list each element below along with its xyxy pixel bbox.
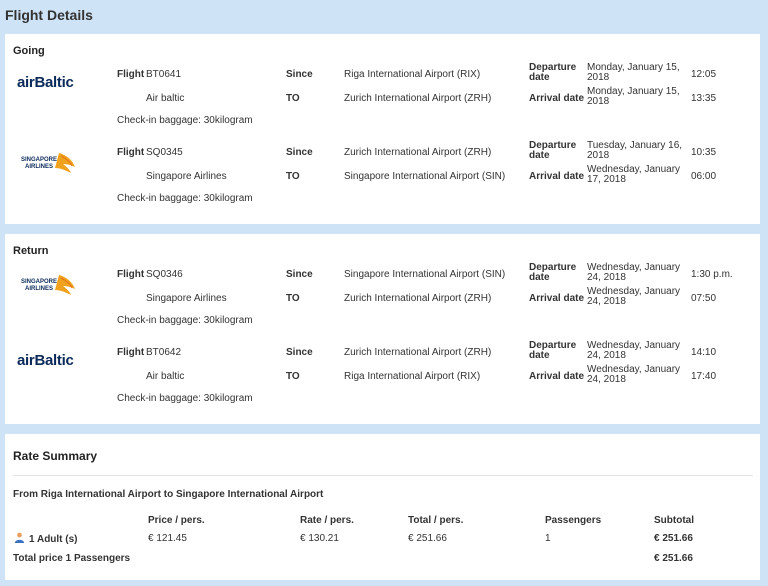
route-description: From Riga International Airport to Singa…	[13, 489, 324, 500]
to-label: TO	[286, 171, 300, 182]
airline-name: Singapore Airlines	[146, 171, 227, 182]
arrival-time: 06:00	[691, 171, 717, 182]
departure-date: Monday, January 15, 2018	[587, 62, 680, 83]
adult-count-label: 1 Adult (s)	[29, 534, 78, 545]
flight-label: Flight	[117, 347, 145, 358]
arrival-time: 13:35	[691, 93, 717, 104]
to-label: TO	[286, 371, 300, 382]
origin-airport: Zurich International Airport (ZRH)	[344, 347, 492, 358]
departure-time: 12:05	[691, 69, 717, 80]
airbaltic-logo: airBaltic	[17, 352, 74, 369]
departure-date: Wednesday, January 24, 2018	[587, 340, 681, 361]
fare-row: 1 Adult (s) € 121.45 € 130.21 € 251.66 1…	[5, 531, 760, 547]
singapore-logo-text: SINGAPORE AIRLINES	[20, 279, 57, 292]
departure-time: 10:35	[691, 147, 717, 158]
rate-per-person-value: € 130.21	[300, 533, 339, 544]
baggage-info: Check-in baggage: 30kilogram	[117, 193, 253, 204]
since-label: Since	[286, 69, 313, 80]
rate-summary-title: Rate Summary	[13, 449, 98, 463]
price-per-person-value: € 121.45	[148, 533, 187, 544]
since-label: Since	[286, 147, 313, 158]
return-title: Return	[13, 245, 49, 257]
flight-number: SQ0346	[146, 269, 183, 280]
baggage-info: Check-in baggage: 30kilogram	[117, 315, 253, 326]
departure-date-label: Departure date	[529, 262, 577, 283]
since-label: Since	[286, 347, 313, 358]
baggage-info: Check-in baggage: 30kilogram	[117, 115, 253, 126]
arrival-date-label: Arrival date	[529, 93, 585, 104]
singapore-airlines-logo: SINGAPORE AIRLINES	[17, 273, 81, 300]
arrival-date-label: Arrival date	[529, 171, 585, 182]
baggage-info: Check-in baggage: 30kilogram	[117, 393, 253, 404]
passengers-value: 1	[545, 533, 551, 544]
person-icon	[14, 532, 25, 543]
arrival-time: 17:40	[691, 371, 717, 382]
airbaltic-logo-text: airBaltic	[17, 74, 74, 91]
going-panel: Going airBaltic Flight BT0641 Air baltic…	[5, 34, 760, 224]
arrival-date: Wednesday, January 24, 2018	[587, 286, 681, 307]
origin-airport: Riga International Airport (RIX)	[344, 69, 481, 80]
flight-label: Flight	[117, 147, 145, 158]
airline-name: Air baltic	[146, 371, 185, 382]
departure-date-label: Departure date	[529, 340, 577, 361]
subtotal-header: Subtotal	[654, 515, 694, 526]
arrival-date: Wednesday, January 17, 2018	[587, 164, 681, 185]
going-title: Going	[13, 45, 45, 57]
destination-airport: Riga International Airport (RIX)	[344, 371, 481, 382]
airline-name: Singapore Airlines	[146, 293, 227, 304]
since-label: Since	[286, 269, 313, 280]
page-title: Flight Details	[5, 7, 93, 23]
flight-number: SQ0345	[146, 147, 183, 158]
arrival-time: 07:50	[691, 293, 717, 304]
flight-number: BT0642	[146, 347, 182, 358]
origin-airport: Singapore International Airport (SIN)	[344, 269, 506, 280]
arrival-date-label: Arrival date	[529, 371, 585, 382]
divider	[13, 475, 753, 476]
arrival-date: Wednesday, January 24, 2018	[587, 364, 681, 385]
departure-time: 14:10	[691, 347, 717, 358]
total-per-person-value: € 251.66	[408, 533, 447, 544]
origin-airport: Zurich International Airport (ZRH)	[344, 147, 492, 158]
total-per-person-header: Total / pers.	[408, 515, 464, 526]
departure-date: Tuesday, January 16, 2018	[587, 140, 683, 161]
total-price-value: € 251.66	[654, 553, 693, 564]
airline-name: Air baltic	[146, 93, 185, 104]
destination-airport: Zurich International Airport (ZRH)	[344, 93, 492, 104]
departure-date-label: Departure date	[529, 62, 577, 83]
subtotal-value: € 251.66	[654, 533, 693, 544]
to-label: TO	[286, 293, 300, 304]
rate-per-person-header: Rate / pers.	[300, 515, 354, 526]
destination-airport: Singapore International Airport (SIN)	[344, 171, 506, 182]
singapore-airlines-logo: SINGAPORE AIRLINES	[17, 151, 81, 178]
flight-number: BT0641	[146, 69, 182, 80]
airbaltic-logo-text: airBaltic	[17, 352, 74, 369]
destination-airport: Zurich International Airport (ZRH)	[344, 293, 492, 304]
price-per-person-header: Price / pers.	[148, 515, 205, 526]
rate-summary-panel: Rate Summary From Riga International Air…	[5, 434, 760, 580]
departure-time: 1:30 p.m.	[691, 269, 733, 280]
departure-date-label: Departure date	[529, 140, 577, 161]
flight-label: Flight	[117, 269, 145, 280]
return-panel: Return SINGAPORE AIRLINES Flight SQ0346 …	[5, 234, 760, 424]
departure-date: Wednesday, January 24, 2018	[587, 262, 681, 283]
flight-label: Flight	[117, 69, 145, 80]
singapore-logo-text: SINGAPORE AIRLINES	[20, 157, 57, 170]
passengers-header: Passengers	[545, 515, 602, 526]
to-label: TO	[286, 93, 300, 104]
airbaltic-logo: airBaltic	[17, 74, 74, 91]
arrival-date: Monday, January 15, 2018	[587, 86, 680, 107]
total-price-label: Total price 1 Passengers	[13, 553, 131, 564]
arrival-date-label: Arrival date	[529, 293, 585, 304]
